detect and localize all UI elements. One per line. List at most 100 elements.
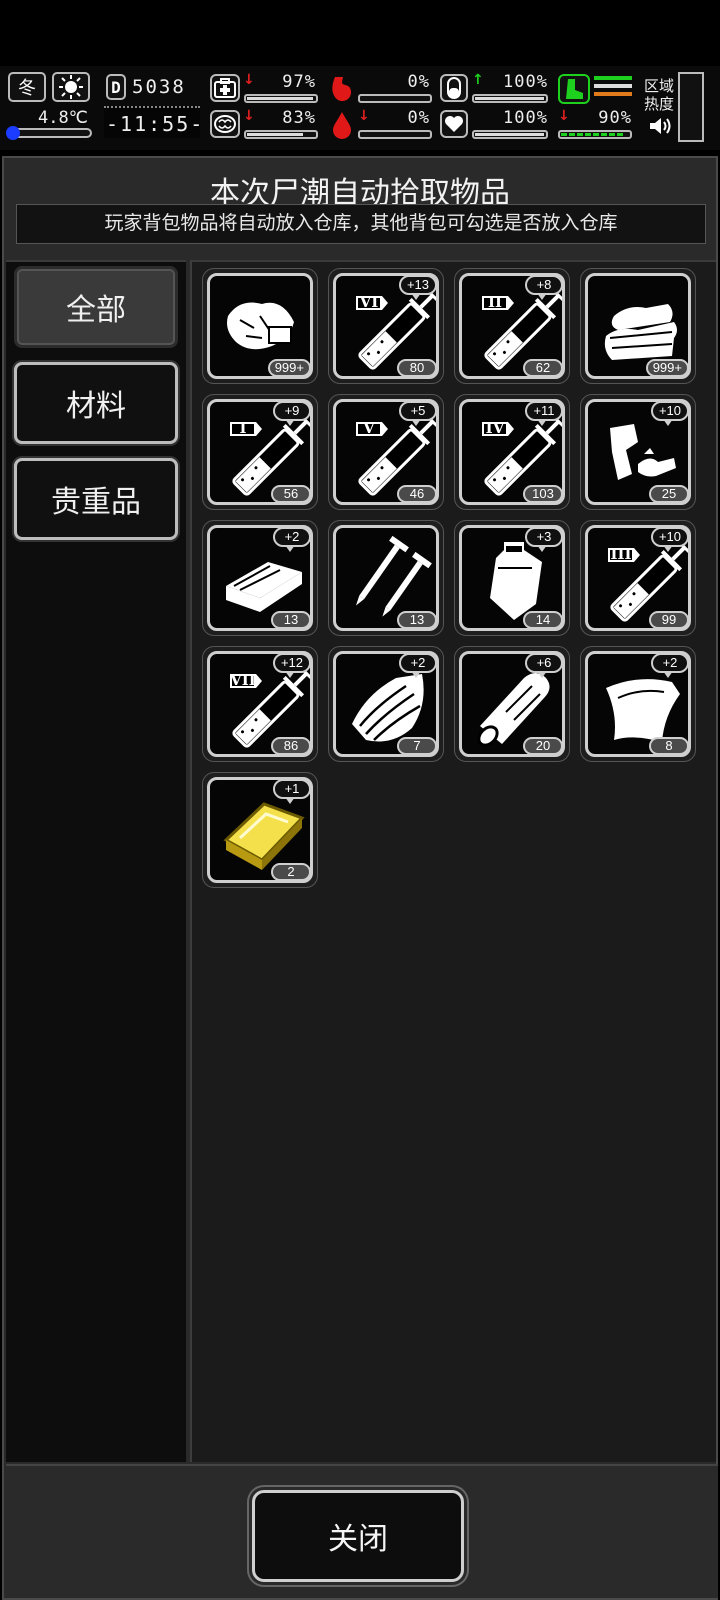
gain-badge: +2 xyxy=(651,653,689,678)
gain-badge: +13 xyxy=(399,275,437,300)
hunger-bar xyxy=(358,94,432,103)
inventory-slot[interactable]: +3 14 xyxy=(454,520,570,636)
tab-all-label: 全部 xyxy=(66,294,126,327)
item-count: 103 xyxy=(523,485,563,503)
season-badge: 冬 xyxy=(8,72,46,102)
svg-text:IV: IV xyxy=(486,419,505,437)
inventory-slot[interactable]: +10 25 xyxy=(580,394,696,510)
sun-icon xyxy=(52,72,90,102)
inventory-slot[interactable]: IV +11 103 xyxy=(454,394,570,510)
svg-text:V: V xyxy=(362,419,375,437)
item-count: 86 xyxy=(271,737,311,755)
day-counter: 5038 xyxy=(132,76,186,98)
gain-badge: +9 xyxy=(273,401,311,426)
health-bar-fill xyxy=(247,97,313,100)
auto-pickup-panel: 本次尸潮自动拾取物品 玩家背包物品将自动放入仓库，其他背包可勾选是否放入仓库 全… xyxy=(2,156,718,1600)
item-count: 20 xyxy=(523,737,563,755)
svg-text:VII: VII xyxy=(229,671,256,689)
temperature-readout: 4.8℃ xyxy=(38,108,88,128)
leg-bar xyxy=(558,130,632,139)
gain-badge: +10 xyxy=(651,401,689,426)
tab-materials[interactable]: 材料 xyxy=(14,362,178,444)
svg-text:II: II xyxy=(488,293,502,311)
region-heat-meter xyxy=(678,72,704,142)
category-sidebar: 全部 材料 贵重品 xyxy=(6,260,186,1462)
tab-valuables[interactable]: 贵重品 xyxy=(14,458,178,540)
gain-badge: +6 xyxy=(525,653,563,678)
item-grid: 999+ VI +13 80 II +8 62 999+ I +9 56 V +5 46 IV +11 103 +… xyxy=(190,260,716,1462)
water-drop-icon xyxy=(330,110,354,140)
inventory-slot[interactable]: 999+ xyxy=(202,268,318,384)
gain-badge: +5 xyxy=(399,401,437,426)
status-hud: 冬 4.8℃ D 5038 -11:55- ↓ 97% 0% ↑ 100% ↓ … xyxy=(0,66,720,150)
inventory-slot[interactable]: II +8 62 xyxy=(454,268,570,384)
temperature-gauge xyxy=(6,126,92,140)
hunger-value: 0% xyxy=(407,72,430,92)
svg-text:III: III xyxy=(610,545,631,563)
leg-status-lines xyxy=(594,76,632,102)
gain-badge: +10 xyxy=(651,527,689,552)
mood-value: 83% xyxy=(282,108,316,128)
stamina-value: 100% xyxy=(503,72,548,92)
tab-materials-label: 材料 xyxy=(66,390,126,423)
thirst-value: 0% xyxy=(407,108,430,128)
gain-badge: +12 xyxy=(273,653,311,678)
health-value: 97% xyxy=(282,72,316,92)
item-count: 62 xyxy=(523,359,563,377)
gain-badge: +1 xyxy=(273,779,311,804)
gain-badge: +11 xyxy=(525,401,563,426)
inventory-slot[interactable]: VII +12 86 xyxy=(202,646,318,762)
item-count: 999+ xyxy=(645,359,689,377)
clock-box: -11:55- xyxy=(104,106,202,138)
gain-badge: +2 xyxy=(399,653,437,678)
bottom-bar: 关闭 xyxy=(6,1464,718,1598)
close-button-label: 关闭 xyxy=(328,1523,388,1556)
item-count: 999+ xyxy=(267,359,311,377)
inventory-slot[interactable]: 13 xyxy=(328,520,444,636)
item-count: 56 xyxy=(271,485,311,503)
mood-bar xyxy=(244,130,318,139)
speaker-icon[interactable] xyxy=(648,116,672,136)
svg-text:I: I xyxy=(239,419,246,437)
heart-value: 100% xyxy=(503,108,548,128)
inventory-slot[interactable]: +2 13 xyxy=(202,520,318,636)
inventory-slot[interactable]: VI +13 80 xyxy=(328,268,444,384)
medkit-icon xyxy=(210,74,240,102)
panel-subtitle: 玩家背包物品将自动放入仓库，其他背包可勾选是否放入仓库 xyxy=(16,204,706,244)
pill-icon xyxy=(440,74,468,102)
day-icon: D xyxy=(106,74,126,100)
inventory-slot[interactable]: 999+ xyxy=(580,268,696,384)
gain-badge: +2 xyxy=(273,527,311,552)
inventory-slot[interactable]: +2 7 xyxy=(328,646,444,762)
item-count: 13 xyxy=(271,611,311,629)
item-count: 14 xyxy=(523,611,563,629)
inventory-slot[interactable]: +6 20 xyxy=(454,646,570,762)
item-count: 46 xyxy=(397,485,437,503)
item-count: 99 xyxy=(649,611,689,629)
inventory-slot[interactable]: III +10 99 xyxy=(580,520,696,636)
gain-badge: +8 xyxy=(525,275,563,300)
inventory-slot[interactable]: +1 2 xyxy=(202,772,318,888)
stamina-bar xyxy=(472,94,548,103)
tab-all[interactable]: 全部 xyxy=(14,266,178,348)
inventory-slot[interactable]: I +9 56 xyxy=(202,394,318,510)
season-label: 冬 xyxy=(18,78,36,99)
tab-valuables-label: 贵重品 xyxy=(51,486,141,519)
close-button[interactable]: 关闭 xyxy=(252,1490,464,1582)
leg-value: 90% xyxy=(598,108,632,128)
item-count: 25 xyxy=(649,485,689,503)
item-count: 2 xyxy=(271,863,311,881)
clock-readout: -11:55- xyxy=(106,112,205,136)
stomach-icon xyxy=(326,74,356,104)
item-count: 8 xyxy=(649,737,689,755)
region-heat-label: 区域热度 xyxy=(644,78,675,113)
brain-icon xyxy=(210,110,240,138)
svg-text:VI: VI xyxy=(359,293,379,311)
inventory-slot[interactable]: V +5 46 xyxy=(328,394,444,510)
item-count: 13 xyxy=(397,611,437,629)
thirst-bar xyxy=(358,130,432,139)
health-bar xyxy=(244,94,318,103)
item-count: 80 xyxy=(397,359,437,377)
inventory-slot[interactable]: +2 8 xyxy=(580,646,696,762)
gain-badge: +3 xyxy=(525,527,563,552)
